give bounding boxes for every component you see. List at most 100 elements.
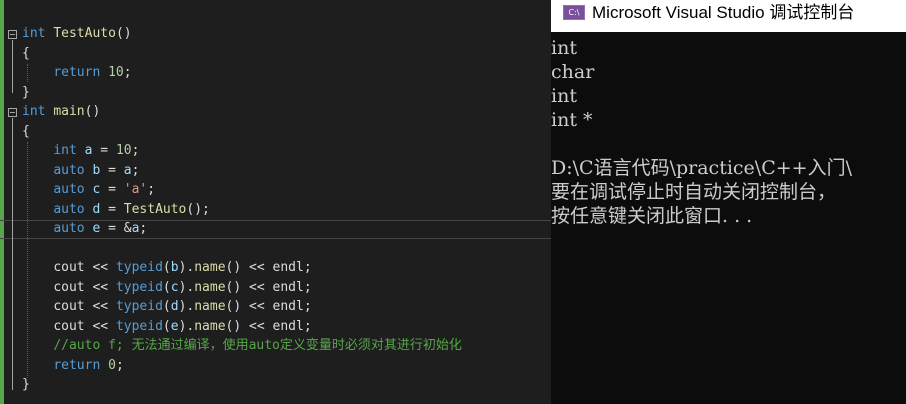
code-token: << bbox=[84, 299, 116, 314]
code-token: auto bbox=[53, 202, 85, 217]
code-token: ; bbox=[123, 65, 132, 80]
code-token: 10 bbox=[108, 65, 124, 80]
code-token: () << bbox=[225, 260, 273, 275]
code-token: ; bbox=[303, 280, 312, 295]
code-token: () << bbox=[225, 319, 273, 334]
code-token: auto bbox=[53, 182, 85, 197]
code-token: ( bbox=[162, 280, 171, 295]
code-line[interactable]: return 10; bbox=[0, 63, 551, 82]
code-line[interactable]: auto c = 'a'; bbox=[0, 180, 551, 199]
code-token: ; bbox=[115, 358, 124, 373]
code-text: //auto f; 无法通过编译，使用auto定义变量时必须对其进行初始化 bbox=[22, 336, 462, 355]
code-token: 0 bbox=[108, 358, 116, 373]
code-text: { bbox=[22, 44, 30, 63]
code-token: = & bbox=[100, 221, 132, 236]
code-token: c bbox=[170, 280, 179, 295]
code-token: = bbox=[92, 143, 116, 158]
console-output-line: 按任意键关闭此窗口. . . bbox=[551, 205, 753, 227]
code-token: ; bbox=[303, 319, 312, 334]
code-token: typeid bbox=[115, 319, 163, 334]
code-token: name bbox=[194, 280, 226, 295]
code-line[interactable]: int a = 10; bbox=[0, 141, 551, 160]
code-text: { bbox=[22, 122, 30, 141]
code-token: name bbox=[194, 319, 226, 334]
code-text: auto d = TestAuto(); bbox=[22, 200, 210, 219]
code-token: a bbox=[123, 163, 132, 178]
code-token: int bbox=[53, 143, 77, 158]
code-token: { bbox=[22, 46, 30, 61]
code-line[interactable] bbox=[0, 239, 551, 258]
code-token: 'a' bbox=[123, 182, 148, 197]
code-text: cout << typeid(c).name() << endl; bbox=[22, 278, 312, 297]
code-line[interactable]: { bbox=[0, 44, 551, 63]
code-token: typeid bbox=[115, 280, 163, 295]
code-line[interactable]: auto d = TestAuto(); bbox=[0, 200, 551, 219]
code-token: return bbox=[53, 358, 101, 373]
code-token: TestAuto bbox=[53, 26, 116, 41]
code-text: auto b = a; bbox=[22, 161, 139, 180]
code-editor[interactable]: int TestAuto(){ return 10;} int main(){ i… bbox=[0, 0, 551, 404]
code-token: 10 bbox=[115, 143, 132, 158]
code-text: } bbox=[22, 83, 30, 102]
console-title: Microsoft Visual Studio 调试控制台 bbox=[592, 3, 855, 22]
code-token: () << bbox=[225, 280, 273, 295]
code-token: endl bbox=[272, 280, 304, 295]
code-token: ; bbox=[147, 182, 156, 197]
code-text: cout << typeid(d).name() << endl; bbox=[22, 297, 312, 316]
code-token: ( bbox=[162, 319, 171, 334]
code-token: typeid bbox=[115, 260, 163, 275]
code-line[interactable]: } bbox=[0, 83, 551, 102]
code-text: auto c = 'a'; bbox=[22, 180, 155, 199]
code-token: ; bbox=[303, 260, 312, 275]
code-token: = bbox=[100, 182, 124, 197]
console-output-line: int bbox=[551, 85, 577, 107]
code-token: b bbox=[170, 260, 179, 275]
debug-console-window[interactable]: C:\ Microsoft Visual Studio 调试控制台 int cha… bbox=[551, 0, 906, 404]
code-token: name bbox=[194, 260, 226, 275]
code-line[interactable]: auto b = a; bbox=[0, 161, 551, 180]
code-line[interactable]: } bbox=[0, 375, 551, 394]
code-text: int main() bbox=[22, 102, 100, 121]
code-token: typeid bbox=[115, 299, 163, 314]
code-token: () bbox=[84, 104, 101, 119]
console-titlebar[interactable]: C:\ Microsoft Visual Studio 调试控制台 bbox=[551, 0, 906, 32]
code-text: return 0; bbox=[22, 356, 124, 375]
code-line[interactable]: cout << typeid(d).name() << endl; bbox=[0, 297, 551, 316]
code-line[interactable]: return 0; bbox=[0, 356, 551, 375]
code-token: cout bbox=[53, 260, 85, 275]
code-line[interactable]: { bbox=[0, 122, 551, 141]
code-line[interactable]: int TestAuto() bbox=[0, 24, 551, 43]
code-line[interactable]: //auto f; 无法通过编译，使用auto定义变量时必须对其进行初始化 bbox=[0, 336, 551, 355]
code-line[interactable]: auto e = &a; bbox=[0, 219, 551, 238]
code-token: main bbox=[53, 104, 85, 119]
code-line[interactable]: int main() bbox=[0, 102, 551, 121]
code-token: ; bbox=[131, 163, 140, 178]
code-token: ( bbox=[162, 260, 171, 275]
console-output-line: int bbox=[551, 37, 577, 59]
code-text: return 10; bbox=[22, 63, 132, 82]
code-token: TestAuto bbox=[123, 202, 187, 217]
code-token: << bbox=[84, 280, 116, 295]
code-token: } bbox=[22, 377, 30, 392]
code-token: ; bbox=[303, 299, 312, 314]
code-token: d bbox=[170, 299, 179, 314]
code-token: ). bbox=[178, 319, 195, 334]
code-text: auto e = &a; bbox=[22, 219, 147, 238]
code-line[interactable]: cout << typeid(c).name() << endl; bbox=[0, 278, 551, 297]
code-token: ; bbox=[131, 143, 140, 158]
code-token: { bbox=[22, 124, 30, 139]
code-token: = bbox=[100, 163, 124, 178]
code-line[interactable]: cout << typeid(b).name() << endl; bbox=[0, 258, 551, 277]
code-line[interactable]: cout << typeid(e).name() << endl; bbox=[0, 317, 551, 336]
